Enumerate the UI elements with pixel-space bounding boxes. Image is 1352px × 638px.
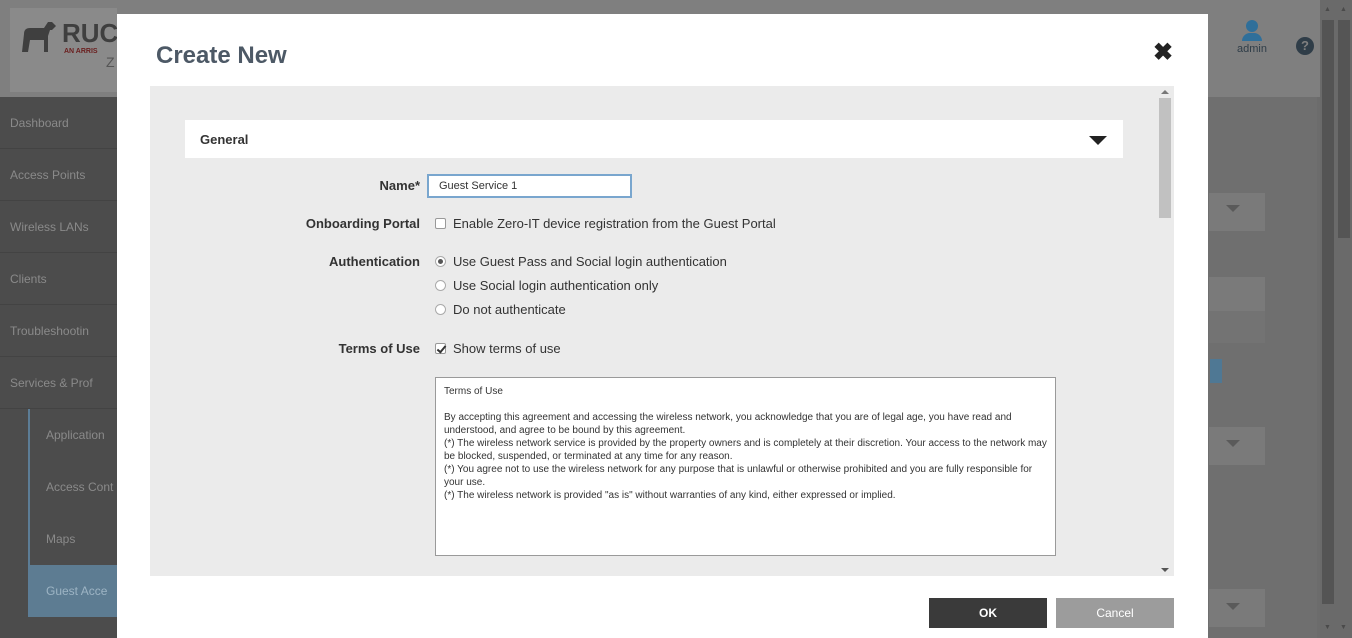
onboarding-portal-label: Onboarding Portal <box>305 216 420 231</box>
dog-logo-icon <box>22 22 56 52</box>
auth-radio-guest-pass-social[interactable] <box>435 256 446 267</box>
name-input[interactable] <box>427 174 632 198</box>
logo-z: Z <box>106 54 115 70</box>
dialog-body: General Name* Onboarding Portal Enable Z… <box>150 86 1174 576</box>
name-label: Name* <box>379 178 420 193</box>
auth-option-guest-pass-social[interactable]: Use Guest Pass and Social login authenti… <box>453 254 727 269</box>
sidebar: Dashboard Access Points Wireless LANs Cl… <box>0 97 117 638</box>
auth-radio-no-auth[interactable] <box>435 304 446 315</box>
ruckus-logo: RUC AN ARRIS Z <box>10 8 119 92</box>
dialog-scrollbar[interactable] <box>1156 86 1174 576</box>
terms-line: (*) The wireless network service is prov… <box>444 438 1047 462</box>
zero-it-option-label[interactable]: Enable Zero-IT device registration from … <box>453 216 776 231</box>
show-terms-checkbox[interactable] <box>435 343 446 354</box>
sidebar-item-access-points[interactable]: Access Points <box>0 149 117 201</box>
sidebar-item-dashboard[interactable]: Dashboard <box>0 97 117 149</box>
show-terms-option-label[interactable]: Show terms of use <box>453 341 561 356</box>
terms-line: By accepting this agreement and accessin… <box>444 412 1012 436</box>
terms-of-use-textarea[interactable]: Terms of Use By accepting this agreement… <box>435 377 1056 556</box>
terms-line: (*) You agree not to use the wireless ne… <box>444 464 1033 488</box>
dialog-title: Create New <box>156 42 287 69</box>
logo-subtext: AN ARRIS <box>64 48 98 55</box>
user-menu[interactable]: admin <box>1224 20 1280 55</box>
sidebar-item-clients[interactable]: Clients <box>0 253 117 305</box>
sidebar-subitem-application[interactable]: Application <box>28 409 117 461</box>
chevron-down-icon <box>1226 205 1240 212</box>
create-new-dialog: Create New ✖ General Name* Onboarding Po… <box>117 14 1208 638</box>
help-icon[interactable]: ? <box>1296 37 1314 55</box>
sidebar-item-wireless-lans[interactable]: Wireless LANs <box>0 201 117 253</box>
sidebar-item-services[interactable]: Services & Prof <box>0 357 117 409</box>
ok-button[interactable]: OK <box>929 598 1047 628</box>
auth-radio-social-only[interactable] <box>435 280 446 291</box>
chevron-down-icon <box>1226 440 1240 447</box>
zero-it-checkbox[interactable] <box>435 218 446 229</box>
sidebar-subitem-guest-access[interactable]: Guest Acce <box>28 565 117 617</box>
close-icon[interactable]: ✖ <box>1151 40 1175 66</box>
terms-of-use-label: Terms of Use <box>338 341 420 356</box>
general-section-header[interactable]: General <box>185 120 1123 158</box>
scroll-up-icon[interactable] <box>1161 90 1169 94</box>
terms-line: Terms of Use <box>444 386 503 397</box>
authentication-label: Authentication <box>329 254 420 269</box>
user-name: admin <box>1237 43 1267 55</box>
auth-option-social-only[interactable]: Use Social login authentication only <box>453 278 658 293</box>
scrollbar-thumb[interactable] <box>1159 98 1171 218</box>
cancel-button[interactable]: Cancel <box>1056 598 1174 628</box>
sidebar-subitem-access-control[interactable]: Access Cont <box>28 461 117 513</box>
scroll-down-icon[interactable] <box>1161 568 1169 572</box>
auth-option-no-auth[interactable]: Do not authenticate <box>453 302 566 317</box>
logo-wordmark: RUC <box>62 18 119 48</box>
chevron-down-icon <box>1226 603 1240 610</box>
sidebar-subitem-maps[interactable]: Maps <box>28 513 117 565</box>
sidebar-item-troubleshooting[interactable]: Troubleshootin <box>0 305 117 357</box>
section-title: General <box>200 132 249 147</box>
user-avatar-icon <box>1246 20 1258 32</box>
chevron-down-icon[interactable] <box>1089 136 1107 145</box>
window-scrollbar[interactable]: ▲ ▲ ▼ ▼ <box>1320 0 1352 638</box>
terms-line: (*) The wireless network is provided "as… <box>444 490 896 501</box>
